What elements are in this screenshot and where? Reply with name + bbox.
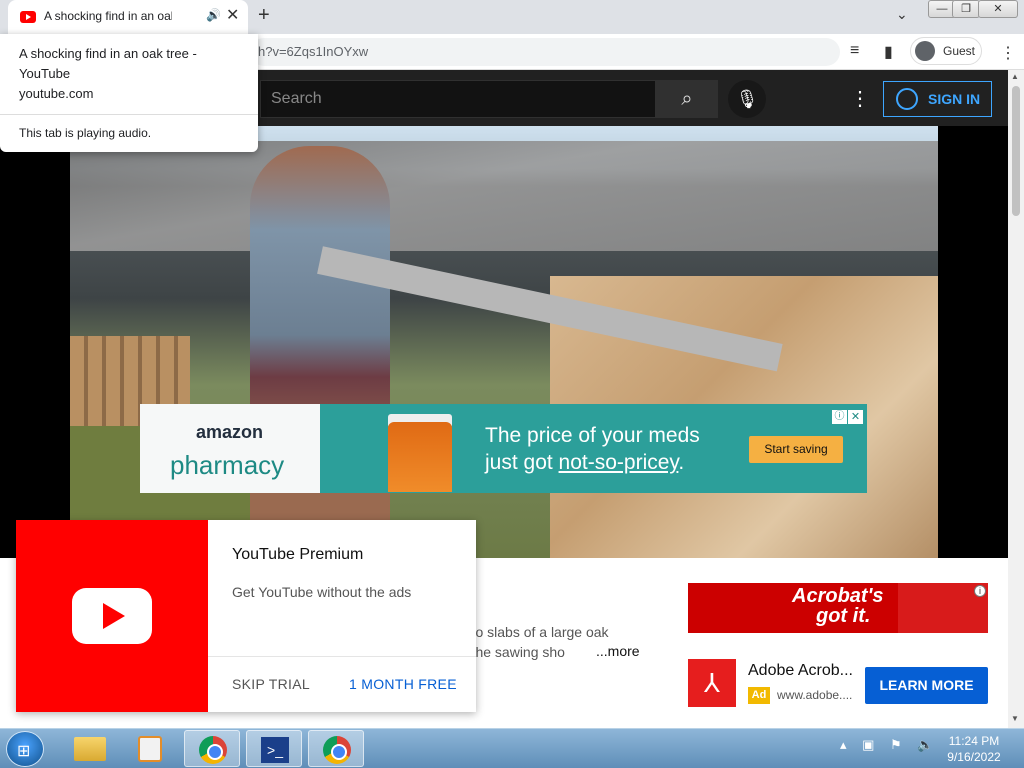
clock-date: 9/16/2022 [947,750,1001,764]
ad-badge: Ad [748,687,770,704]
media-control-icon[interactable]: ≡ [850,42,859,60]
windows-taskbar: ⊞ >_ ▴ ▣ ⚑ 🔈 11:24 PM 9/16/2022 [0,728,1024,768]
ad-headline-1: The price of your meds [485,424,700,447]
chevron-down-icon[interactable]: ⌄ [896,6,908,23]
microphone-icon: 🎙 [735,89,759,109]
taskbar-chrome-2[interactable] [308,730,364,767]
address-bar[interactable]: h?v=6Zqs1InOYxw [250,38,840,66]
taskbar-explorer[interactable] [62,730,118,767]
shed-roof [70,141,938,251]
ad-url: www.adobe.... [777,688,853,702]
system-tray[interactable]: ▴ ▣ ⚑ 🔈 [840,737,939,753]
profile-button[interactable]: Guest [910,37,982,65]
media-player-icon [138,736,162,762]
maximize-button[interactable]: ❐ [952,0,980,18]
start-button[interactable]: ⊞ [6,731,44,767]
ad-info-icon[interactable]: ⓘ [832,410,847,424]
taskbar-powershell[interactable]: >_ [246,730,302,767]
video-frame[interactable] [70,126,938,558]
month-free-button[interactable]: 1 MONTH FREE [349,676,457,692]
divider [0,114,258,115]
search-button[interactable]: ⌕ [656,80,718,118]
ad-info-icon[interactable]: i [974,585,986,597]
start-saving-button[interactable]: Start saving [749,436,843,463]
ad-headline-2: just got not-so-pricey. [485,451,685,474]
windows-logo-icon: ⊞ [17,743,31,760]
hover-card-audio-note: This tab is playing audio. [19,126,152,140]
promo-art [16,520,208,712]
learn-more-button[interactable]: LEARN MORE [865,667,988,704]
chrome-icon [199,736,227,764]
divider [208,656,476,657]
close-tab-icon[interactable]: ✕ [226,5,239,25]
youtube-logo-icon [72,588,152,644]
new-tab-button[interactable]: + [258,4,270,27]
scroll-down-icon[interactable]: ▼ [1011,714,1019,723]
scrollbar-thumb[interactable] [1012,86,1020,216]
speaker-icon[interactable]: 🔊 [206,8,221,22]
more-link[interactable]: ...more [596,643,640,659]
acrobat-logo-icon: ⅄ [688,659,736,707]
scroll-up-icon[interactable]: ▲ [1011,72,1019,81]
clock-time: 11:24 PM [948,734,1000,748]
ad-close-icon[interactable]: ✕ [848,410,863,424]
hover-card-domain: youtube.com [19,86,94,101]
voice-search-button[interactable]: 🎙 [728,80,766,118]
taskbar-media-player[interactable] [122,730,178,767]
skip-trial-button[interactable]: SKIP TRIAL [232,676,310,692]
browser-menu-icon[interactable]: ⋮ [1000,43,1016,63]
browser-tab[interactable]: A shocking find in an oak tree 🔊 ✕ [8,0,248,34]
youtube-favicon-icon [20,11,36,23]
close-window-button[interactable]: ✕ [978,0,1018,18]
profile-label: Guest [943,44,976,58]
avatar [915,41,935,61]
promo-title: YouTube Premium [232,546,364,563]
person-sawing [250,146,390,558]
folder-icon [74,737,106,761]
sign-in-button[interactable]: SIGN IN [883,81,992,117]
banner-line-2: got it. [816,605,871,627]
sign-in-label: SIGN IN [928,91,981,107]
ad-title[interactable]: Adobe Acrob... [748,662,853,680]
ad-product: pharmacy [170,450,285,480]
tab-title: A shocking find in an oak tree [44,9,172,23]
pill-bottle-icon [388,422,452,492]
ad-brand: amazon [196,422,264,442]
search-input[interactable]: Search [260,80,656,118]
tab-strip: A shocking find in an oak tree 🔊 ✕ + ⌄ —… [0,0,1024,34]
clock[interactable]: 11:24 PM 9/16/2022 [942,733,1006,765]
chrome-icon [323,736,351,764]
hover-card-title: A shocking find in an oak tree - YouTube [19,46,197,81]
page-scrollbar[interactable]: ▲ ▼ [1008,70,1024,728]
tab-hover-card: A shocking find in an oak tree - YouTube… [0,34,258,152]
account-icon [896,88,918,110]
overlay-ad[interactable]: amazon pharmacy The price of your meds j… [140,404,867,493]
taskbar-chrome-1[interactable] [184,730,240,767]
acrobat-ad-banner[interactable]: Acrobat's got it. i [688,583,988,633]
powershell-icon: >_ [261,737,289,763]
promo-subtitle: Get YouTube without the ads [232,584,412,600]
side-panel-icon[interactable]: ▮ [884,42,893,62]
premium-promo-dialog: YouTube Premium Get YouTube without the … [16,520,476,712]
video-player[interactable] [0,126,1008,558]
settings-menu-icon[interactable]: ⋮ [850,86,870,111]
search-icon: ⌕ [681,88,693,110]
